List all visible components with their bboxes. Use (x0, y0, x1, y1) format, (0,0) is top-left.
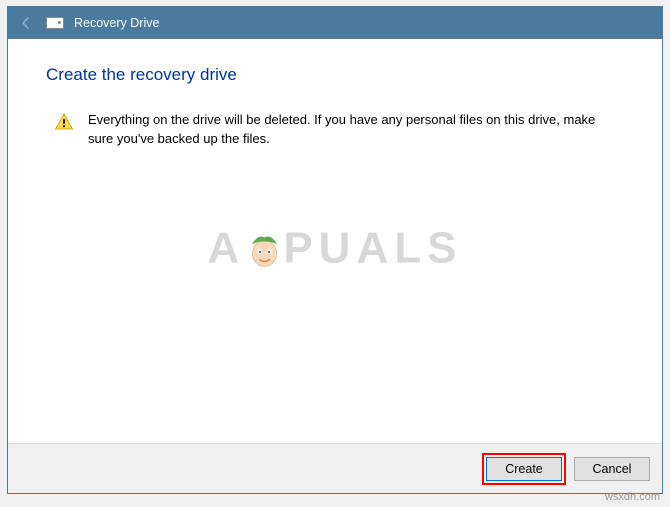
watermark: A PUALS (208, 224, 463, 274)
attribution-text: wsxdn.com (605, 491, 660, 503)
watermark-right: PUALS (283, 224, 462, 274)
button-bar: Create Cancel (8, 443, 662, 493)
warning-text: Everything on the drive will be deleted.… (88, 111, 598, 149)
watermark-mascot-icon (243, 228, 285, 270)
titlebar: Recovery Drive (8, 7, 662, 39)
warning-row: Everything on the drive will be deleted.… (46, 111, 624, 149)
window-title: Recovery Drive (74, 16, 159, 30)
create-highlight: Create (482, 453, 566, 485)
back-icon (16, 13, 36, 33)
content-area: Create the recovery drive Everything on … (8, 39, 662, 443)
recovery-drive-wizard-window: Recovery Drive Create the recovery drive… (7, 6, 663, 494)
cancel-button[interactable]: Cancel (574, 457, 650, 481)
drive-icon (46, 17, 64, 29)
warning-icon (54, 112, 74, 137)
watermark-left: A (208, 224, 246, 274)
create-button[interactable]: Create (486, 457, 562, 481)
page-heading: Create the recovery drive (46, 65, 624, 85)
